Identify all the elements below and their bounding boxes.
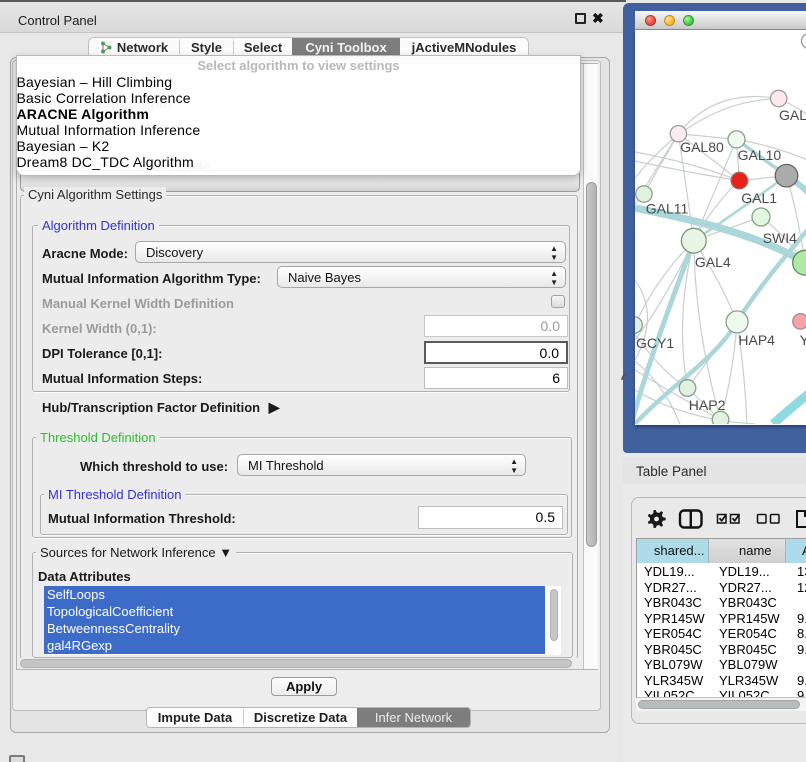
svg-text:GAL4: GAL4 [695, 254, 731, 270]
svg-text:GAL80: GAL80 [680, 139, 724, 155]
svg-text:GCY1: GCY1 [636, 335, 674, 351]
svg-text:Y: Y [800, 332, 806, 348]
svg-text:GAL7: GAL7 [779, 107, 806, 123]
svg-text:GAL1: GAL1 [741, 190, 777, 206]
svg-text:GAL11: GAL11 [646, 200, 689, 216]
svg-text:HAP2: HAP2 [689, 397, 726, 413]
svg-text:SWI4: SWI4 [763, 230, 797, 246]
svg-text:HAP4: HAP4 [738, 332, 775, 348]
svg-text:GAL10: GAL10 [738, 147, 782, 163]
